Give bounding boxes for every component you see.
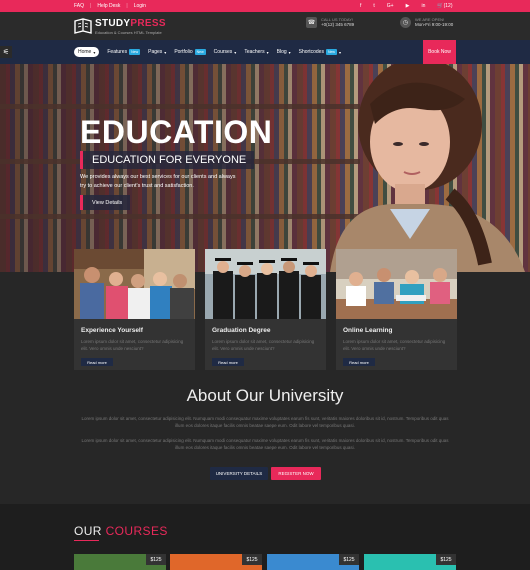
heading-underline (74, 540, 99, 541)
university-details-button[interactable]: UNIVERSITY DETAILS (210, 467, 268, 480)
caret-down-icon: ▾ (93, 49, 96, 55)
course-price: $125 (242, 554, 262, 565)
nav-pages[interactable]: Pages ▾ (148, 49, 166, 55)
site-header: STUDYPRESS Education & Courses HTML Temp… (0, 12, 530, 40)
read-more-button[interactable]: Read more (81, 358, 113, 366)
read-more-button[interactable]: Read more (212, 358, 244, 366)
help-desk-link[interactable]: Help Desk (97, 3, 120, 9)
courses-heading-our: OUR (74, 524, 102, 538)
card-title: Experience Yourself (81, 327, 143, 334)
new-badge: New (325, 49, 337, 55)
cart-link[interactable]: 🛒(12) (437, 3, 452, 9)
open-hours: Mon-Fri 9:00-19:00 (415, 22, 454, 27)
divider: | (90, 3, 92, 9)
nav-label: Features (107, 49, 128, 55)
google-plus-icon[interactable]: G+ (387, 3, 394, 9)
nav-label: Teachers (244, 49, 265, 55)
nav-teachers[interactable]: Teachers ▾ (244, 49, 268, 55)
nav-label: Pages (148, 49, 163, 55)
logo-tagline: Education & Courses HTML Template (95, 30, 162, 35)
hero-slider: EDUCATION EDUCATION FOR EVERYONE We prov… (0, 64, 530, 272)
course-price: $125 (436, 554, 456, 565)
logo-press: PRESS (130, 18, 166, 29)
social-links: f t G+ ▶ in 🛒(12) (360, 0, 453, 12)
faq-link[interactable]: FAQ (74, 3, 84, 9)
view-details-button[interactable]: View Details (80, 195, 131, 210)
register-now-button[interactable]: REGISTER NOW (271, 467, 321, 480)
open-hours-block: ◷ WE ARE OPEN! Mon-Fri 9:00-19:00 (400, 17, 453, 28)
caret-down-icon: ▾ (164, 49, 167, 55)
caret-down-icon: ▾ (266, 49, 269, 55)
students-group-photo (74, 249, 195, 319)
card-text: Lorem ipsum dolor sit amet, consectetur … (343, 339, 446, 351)
phone-icon: ☎ (306, 17, 317, 28)
card-text: Lorem ipsum dolor sit amet, consectetur … (81, 339, 184, 351)
hero-desc-line: try to achieve our client's trust and sa… (80, 183, 194, 189)
hero-description: We provides always our best services for… (80, 173, 250, 191)
nav-label: Courses (213, 49, 233, 55)
caret-down-icon: ▾ (338, 49, 341, 55)
about-paragraph: Lorem ipsum dolor sit amet, consectetur … (81, 416, 449, 428)
linkedin-icon[interactable]: in (421, 3, 425, 9)
cart-count: (12) (443, 3, 453, 9)
hero-tagline: EDUCATION FOR EVERYONE (80, 151, 255, 169)
read-more-button[interactable]: Read more (343, 358, 375, 366)
about-heading: About Our University (186, 386, 344, 405)
course-price: $125 (146, 554, 166, 565)
nav-home[interactable]: Home ▾ (74, 47, 100, 57)
card-title: Online Learning (343, 327, 393, 334)
nav-portfolio[interactable]: Portfolio New (174, 49, 206, 55)
nav-label: Shortcodes (298, 49, 324, 55)
nav-shortcodes[interactable]: Shortcodes New ▾ (299, 49, 341, 55)
nav-menu: Home ▾ Features New Pages ▾ Portfolio New Co… (74, 40, 341, 64)
top-links: FAQ | Help Desk | Login (74, 0, 146, 12)
nav-label: Blog (276, 49, 287, 55)
nav-features[interactable]: Features New (107, 49, 141, 55)
book-now-button[interactable]: Book Now (423, 40, 456, 64)
caret-down-icon: ▾ (288, 49, 291, 55)
student-photo (330, 64, 525, 272)
feature-card: Online Learning Lorem ipsum dolor sit am… (336, 249, 457, 370)
facebook-icon[interactable]: f (360, 3, 361, 9)
hero-desc-line: We provides always our best services for… (80, 174, 236, 180)
hero-title: EDUCATION (80, 114, 273, 150)
feature-card: Experience Yourself Lorem ipsum dolor si… (74, 249, 195, 370)
feature-card: Graduation Degree Lorem ipsum dolor sit … (205, 249, 326, 370)
graduates-photo (205, 249, 326, 319)
logo-study: STUDY (95, 18, 131, 29)
call-us-block: ☎ CALL US TODAY! +0(12) 345 6789 (306, 17, 354, 28)
caret-down-icon: ▾ (234, 49, 237, 55)
clock-icon: ◷ (400, 17, 411, 28)
new-badge: New (194, 49, 206, 55)
login-link[interactable]: Login (134, 3, 146, 9)
about-paragraph: Lorem ipsum dolor sit amet, consectetur … (81, 438, 449, 450)
twitter-icon[interactable]: t (373, 3, 374, 9)
logo-wordmark[interactable]: STUDYPRESS (95, 18, 166, 29)
youtube-icon[interactable]: ▶ (406, 3, 410, 9)
library-students-photo (336, 249, 457, 319)
courses-heading: OUR COURSES (74, 524, 168, 538)
course-price: $125 (339, 554, 359, 565)
settings-sliders-icon[interactable]: ⚟ (0, 46, 12, 58)
nav-label: Portfolio (174, 49, 193, 55)
courses-heading-highlight: COURSES (105, 524, 168, 538)
card-text: Lorem ipsum dolor sit amet, consectetur … (212, 339, 315, 351)
top-bar: FAQ | Help Desk | Login f t G+ ▶ in 🛒(12… (0, 0, 530, 12)
divider: | (126, 3, 128, 9)
card-title: Graduation Degree (212, 327, 271, 334)
nav-label: Home (78, 49, 92, 55)
nav-blog[interactable]: Blog ▾ (277, 49, 291, 55)
book-logo-icon[interactable] (74, 18, 92, 34)
nav-courses[interactable]: Courses ▾ (214, 49, 237, 55)
call-number: +0(12) 345 6789 (321, 22, 355, 27)
new-badge: New (129, 49, 141, 55)
